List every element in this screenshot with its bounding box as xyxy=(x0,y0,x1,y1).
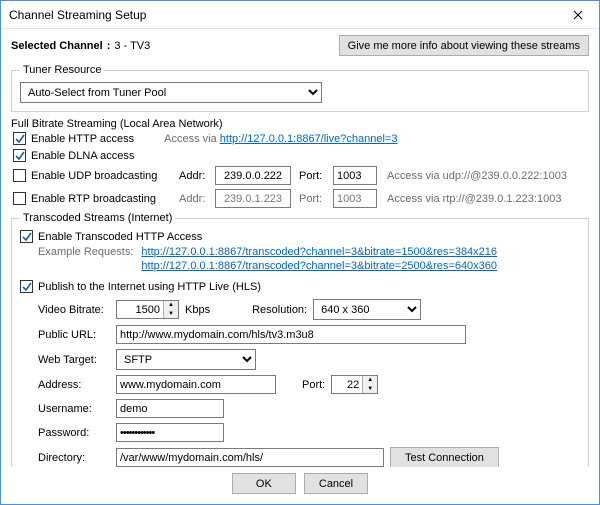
button-bar: OK Cancel xyxy=(1,467,599,504)
udp-addr-input[interactable] xyxy=(215,166,291,185)
web-target-label: Web Target: xyxy=(38,354,110,366)
udp-addr-label: Addr: xyxy=(179,170,211,182)
more-info-button[interactable]: Give me more info about viewing these st… xyxy=(339,35,589,56)
enable-dlna-checkbox[interactable]: Enable DLNA access xyxy=(13,149,134,162)
rtp-access-note: Access via rtp://@239.0.1.223:1003 xyxy=(387,193,589,205)
hls-block: Publish to the Internet using HTTP Live … xyxy=(20,280,580,467)
enable-transcoded-label: Enable Transcoded HTTP Access xyxy=(38,231,202,243)
rtp-port-input[interactable] xyxy=(333,189,377,208)
enable-http-label: Enable HTTP access xyxy=(31,133,134,145)
checkbox-icon xyxy=(13,132,26,145)
window-title: Channel Streaming Setup xyxy=(1,8,146,22)
resolution-label: Resolution: xyxy=(252,304,307,316)
channel-streaming-dialog: Channel Streaming Setup Selected Channel… xyxy=(0,0,600,505)
titlebar: Channel Streaming Setup xyxy=(1,1,599,29)
udp-access-note: Access via udp://@239.0.0.222:1003 xyxy=(387,170,589,182)
resolution-select[interactable]: 640 x 360 xyxy=(313,299,421,320)
example-requests: Example Requests: http://127.0.0.1:8867/… xyxy=(38,246,580,272)
client-area: Selected Channel: 3 - TV3 Give me more i… xyxy=(1,29,599,467)
publish-hls-checkbox[interactable]: Publish to the Internet using HTTP Live … xyxy=(20,280,580,293)
port-stepper[interactable]: ▲▼ xyxy=(331,375,378,394)
enable-rtp-checkbox[interactable]: Enable RTP broadcasting xyxy=(13,192,175,205)
public-url-input[interactable] xyxy=(116,325,466,344)
lan-broadcast-grid: Enable UDP broadcasting Addr: Port: Acce… xyxy=(13,166,589,208)
lan-heading: Full Bitrate Streaming (Local Area Netwo… xyxy=(11,118,589,130)
enable-rtp-label: Enable RTP broadcasting xyxy=(31,193,156,205)
example-link-2[interactable]: http://127.0.0.1:8867/transcoded?channel… xyxy=(141,260,497,272)
video-bitrate-stepper[interactable]: ▲▼ xyxy=(116,300,179,319)
web-target-select[interactable]: SFTP xyxy=(116,349,256,370)
spin-up-icon[interactable]: ▲ xyxy=(363,376,377,385)
bitrate-unit: Kbps xyxy=(185,304,210,316)
test-connection-button[interactable]: Test Connection xyxy=(390,447,499,467)
tuner-resource-group: Tuner Resource Auto-Select from Tuner Po… xyxy=(11,64,589,112)
checkbox-icon xyxy=(20,280,33,293)
enable-udp-checkbox[interactable]: Enable UDP broadcasting xyxy=(13,169,175,182)
transcoded-group: Transcoded Streams (Internet) Enable Tra… xyxy=(11,212,589,467)
example-requests-label: Example Requests: xyxy=(38,246,133,258)
checkbox-icon xyxy=(13,149,26,162)
rtp-port-label: Port: xyxy=(299,193,329,205)
close-icon xyxy=(573,10,583,20)
tuner-resource-select[interactable]: Auto-Select from Tuner Pool xyxy=(20,82,322,103)
example-link-1[interactable]: http://127.0.0.1:8867/transcoded?channel… xyxy=(141,246,497,258)
public-url-label: Public URL: xyxy=(38,329,110,341)
spin-down-icon[interactable]: ▼ xyxy=(363,385,377,394)
spin-up-icon[interactable]: ▲ xyxy=(164,301,178,310)
password-label: Password: xyxy=(38,427,110,439)
checkbox-icon xyxy=(13,169,26,182)
selected-channel-value: 3 - TV3 xyxy=(114,40,150,52)
ok-button[interactable]: OK xyxy=(232,473,296,494)
enable-http-checkbox[interactable]: Enable HTTP access xyxy=(13,132,134,145)
tuner-resource-legend: Tuner Resource xyxy=(20,64,104,76)
video-bitrate-label: Video Bitrate: xyxy=(38,304,110,316)
http-access-note: Access via http://127.0.0.1:8867/live?ch… xyxy=(164,133,397,145)
enable-dlna-label: Enable DLNA access xyxy=(31,150,134,162)
directory-input[interactable] xyxy=(116,448,384,467)
username-input[interactable] xyxy=(116,399,224,418)
rtp-addr-input[interactable] xyxy=(215,189,291,208)
udp-port-label: Port: xyxy=(299,170,329,182)
checkbox-icon xyxy=(20,230,33,243)
password-input[interactable] xyxy=(116,423,224,442)
transcoded-legend: Transcoded Streams (Internet) xyxy=(20,212,175,224)
checkbox-icon xyxy=(13,192,26,205)
http-access-link[interactable]: http://127.0.0.1:8867/live?channel=3 xyxy=(220,133,398,145)
hls-form: Video Bitrate: ▲▼ Kbps Resolution: 640 x… xyxy=(38,299,580,467)
port-input[interactable] xyxy=(332,376,362,393)
username-label: Username: xyxy=(38,403,110,415)
address-input[interactable] xyxy=(116,375,276,394)
selected-channel: Selected Channel: 3 - TV3 xyxy=(11,40,150,52)
udp-port-input[interactable] xyxy=(333,166,377,185)
video-bitrate-input[interactable] xyxy=(117,301,163,318)
port-label: Port: xyxy=(302,379,325,391)
rtp-addr-label: Addr: xyxy=(179,193,211,205)
top-row: Selected Channel: 3 - TV3 Give me more i… xyxy=(11,35,589,56)
enable-transcoded-checkbox[interactable]: Enable Transcoded HTTP Access xyxy=(20,230,580,243)
selected-channel-label: Selected Channel xyxy=(11,40,103,52)
publish-hls-label: Publish to the Internet using HTTP Live … xyxy=(38,281,261,293)
address-label: Address: xyxy=(38,379,110,391)
close-button[interactable] xyxy=(557,1,599,28)
enable-udp-label: Enable UDP broadcasting xyxy=(31,170,157,182)
directory-label: Directory: xyxy=(38,452,110,464)
spin-down-icon[interactable]: ▼ xyxy=(164,310,178,319)
cancel-button[interactable]: Cancel xyxy=(304,473,368,494)
